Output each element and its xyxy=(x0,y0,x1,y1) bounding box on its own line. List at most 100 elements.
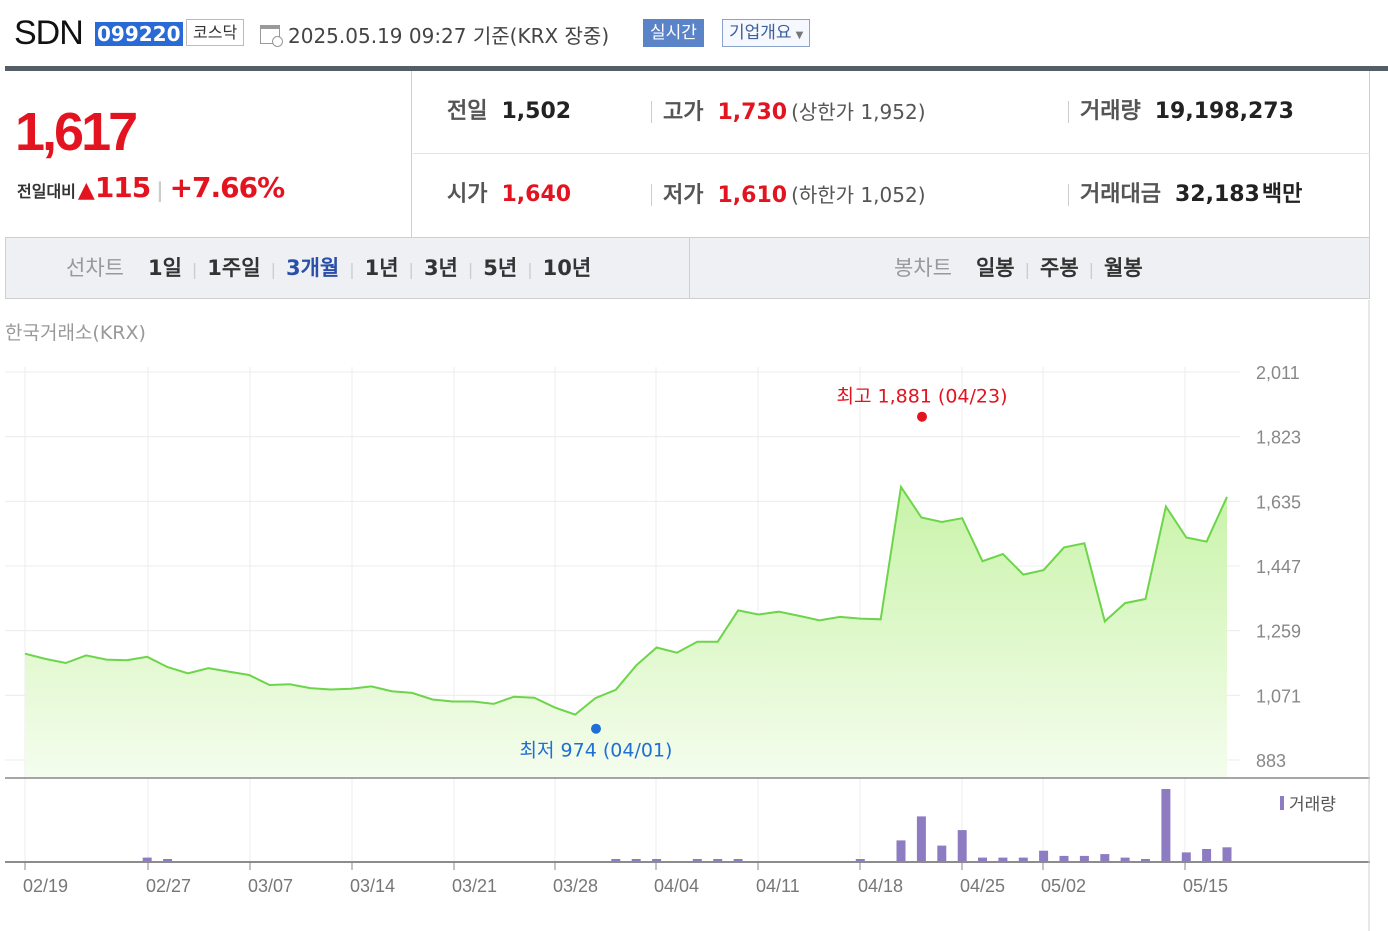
tab-3year[interactable]: 3년 xyxy=(424,256,458,280)
y-tick-label: 1,635 xyxy=(1256,492,1301,512)
tab-separator: | xyxy=(1088,260,1095,279)
min-marker-label: 최저 974 (04/01) xyxy=(520,740,673,762)
volume-bar xyxy=(998,857,1008,861)
volume-bar xyxy=(916,816,926,861)
stat-label: 시가 xyxy=(447,182,488,207)
current-price-panel: 1,617 전일대비▲115 | +7.66% xyxy=(5,71,412,237)
chart-tab-bar: 선차트 1일 | 1주일 | 3개월 | 1년 | 3년 | 5년 | 10년 봉차트 일봉 | 주봉 | 월봉 xyxy=(5,238,1370,299)
volume-bar xyxy=(855,859,865,861)
lower-limit: (하한가 1,052) xyxy=(791,183,926,207)
y-tick-label: 1,259 xyxy=(1256,622,1301,642)
company-name: SDN xyxy=(14,14,84,52)
price-chart[interactable]: 2,011 1,823 1,635 1,447 1,259 1,071 883 02/19 02… xyxy=(0,300,1388,931)
max-marker-label: 최고 1,881 (04/23) xyxy=(836,386,1007,408)
volume-bar xyxy=(978,857,987,861)
tab-1week[interactable]: 1주일 xyxy=(207,256,260,280)
x-tick-label: 03/07 xyxy=(248,876,293,896)
volume-legend-label: 거래량 xyxy=(1289,795,1336,815)
stat-value: 1,730 xyxy=(717,100,788,125)
volume-bar xyxy=(733,859,743,861)
stat-open: 시가 1,640 xyxy=(447,154,571,237)
stat-value: 32,183 xyxy=(1174,182,1260,207)
volume-bar xyxy=(1222,847,1232,861)
stats-row-1: 전일 1,502 고가 1,730 (상한가 1,952) 거래량 19,198,273 xyxy=(413,71,1370,154)
volume-bar xyxy=(1039,850,1049,861)
stat-prev-close: 전일 1,502 xyxy=(447,71,571,154)
stat-label: 저가 xyxy=(663,183,704,208)
volume-bar xyxy=(957,830,967,861)
stat-label: 거래대금 xyxy=(1080,182,1161,207)
stat-low: 저가 1,610 (하한가 1,052) xyxy=(651,154,926,237)
x-tick-label: 04/25 xyxy=(960,876,1005,896)
volume-bar xyxy=(1161,789,1171,861)
stat-value: 1,610 xyxy=(717,183,788,208)
tab-separator: | xyxy=(527,260,533,279)
y-tick-label: 1,823 xyxy=(1256,428,1301,448)
x-tick-label: 05/02 xyxy=(1041,876,1086,896)
volume-bar xyxy=(631,859,641,861)
stock-header: SDN 099220 코스닥 2025.05.19 09:27 기준(KRX 장… xyxy=(0,0,1388,66)
volume-bar xyxy=(611,859,621,861)
tab-1year[interactable]: 1년 xyxy=(365,256,399,280)
tab-separator: | xyxy=(349,260,355,279)
tab-daily-candle[interactable]: 일봉 xyxy=(976,256,1015,280)
min-marker-dot xyxy=(591,723,601,734)
x-tick-label: 04/11 xyxy=(756,876,800,896)
y-tick-label: 2,011 xyxy=(1256,363,1300,383)
line-chart-tabs: 선차트 1일 | 1주일 | 3개월 | 1년 | 3년 | 5년 | 10년 xyxy=(66,238,591,298)
volume-bar xyxy=(1079,855,1089,861)
line-chart-caption: 선차트 xyxy=(66,256,124,280)
tab-10year[interactable]: 10년 xyxy=(543,256,592,280)
tab-separator: | xyxy=(1024,260,1030,279)
stat-value: 1,502 xyxy=(501,99,572,124)
realtime-button[interactable]: 실시간 xyxy=(643,19,704,47)
calendar-clock-icon xyxy=(260,25,283,47)
tab-weekly-candle[interactable]: 주봉 xyxy=(1040,256,1079,280)
change-separator: | xyxy=(156,178,164,202)
upper-limit: (상한가 1,952) xyxy=(791,100,926,124)
x-tick-label: 04/04 xyxy=(654,876,699,896)
x-tick-label: 02/27 xyxy=(146,876,191,896)
tab-monthly-candle[interactable]: 월봉 xyxy=(1104,256,1143,280)
volume-bar xyxy=(1100,854,1110,861)
up-triangle-icon: ▲ xyxy=(77,178,95,203)
market-badge: 코스닥 xyxy=(186,19,245,46)
stat-label: 전일 xyxy=(447,99,488,124)
volume-bar xyxy=(142,857,152,861)
max-marker-dot xyxy=(917,411,927,422)
as-of-timestamp: 2025.05.19 09:27 기준(KRX 장중) xyxy=(288,24,610,48)
x-tick-label: 03/21 xyxy=(452,876,497,896)
volume-legend-swatch xyxy=(1280,796,1284,810)
volume-bar xyxy=(1181,852,1191,861)
exchange-label: 한국거래소(KRX) xyxy=(5,322,146,344)
tab-group-divider xyxy=(689,238,690,298)
change-percent: +7.66% xyxy=(169,171,286,204)
tab-3month[interactable]: 3개월 xyxy=(286,256,339,280)
stat-value: 1,640 xyxy=(501,182,572,207)
current-price: 1,617 xyxy=(15,102,138,162)
y-tick-label: 883 xyxy=(1256,751,1286,771)
company-overview-dropdown[interactable]: 기업개요 ▼ xyxy=(722,19,811,47)
change-label: 전일대비 xyxy=(17,182,76,201)
chevron-down-icon: ▼ xyxy=(795,30,804,41)
candle-chart-tabs: 봉차트 일봉 | 주봉 | 월봉 xyxy=(894,238,1143,298)
volume-bar xyxy=(1018,857,1028,861)
price-chart-svg: 2,011 1,823 1,635 1,447 1,259 1,071 883 02/19 02… xyxy=(5,300,1370,931)
x-tick-label: 03/14 xyxy=(350,876,395,896)
tab-separator: | xyxy=(270,260,276,279)
stock-code[interactable]: 099220 xyxy=(95,22,183,46)
volume-bar xyxy=(1059,855,1069,861)
tab-1day[interactable]: 1일 xyxy=(148,256,182,280)
price-area-fill xyxy=(25,486,1227,778)
tab-separator: | xyxy=(191,260,198,279)
candle-chart-caption: 봉차트 xyxy=(894,256,952,280)
volume-bar xyxy=(1120,857,1130,861)
tab-5year[interactable]: 5년 xyxy=(483,256,517,280)
stat-volume: 거래량 19,198,273 xyxy=(1068,71,1294,154)
company-overview-label: 기업개요 xyxy=(729,23,792,43)
y-tick-label: 1,447 xyxy=(1256,557,1301,577)
x-tick-label: 02/19 xyxy=(23,876,68,896)
volume-bar xyxy=(1141,859,1150,861)
stat-trading-value: 거래대금 32,183백만 xyxy=(1067,154,1302,237)
change-amount: 115 xyxy=(94,171,151,204)
